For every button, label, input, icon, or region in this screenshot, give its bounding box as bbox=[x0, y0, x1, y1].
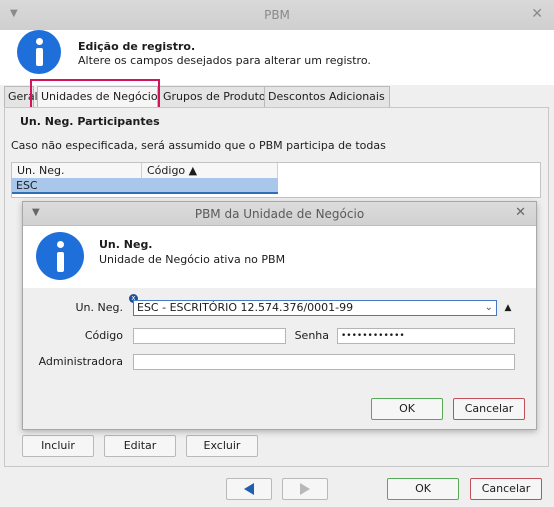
window-title: PBM bbox=[264, 8, 290, 22]
excluir-button[interactable]: Excluir bbox=[186, 435, 258, 457]
cancel-button[interactable]: Cancelar bbox=[470, 478, 542, 500]
tab-grupos-de-produto[interactable]: Grupos de Produto bbox=[159, 86, 267, 107]
administradora-field[interactable] bbox=[133, 354, 515, 370]
senha-field[interactable]: •••••••••••• bbox=[337, 328, 515, 344]
un-neg-select[interactable]: ESC - ESCRITÓRIO 12.574.376/0001-99 ⌄ bbox=[133, 300, 497, 316]
unit-dialog: ▼ PBM da Unidade de Negócio ✕ Un. Neg. U… bbox=[22, 201, 537, 430]
incluir-button[interactable]: Incluir bbox=[22, 435, 94, 457]
info-icon bbox=[17, 30, 61, 74]
window-titlebar: ▼ PBM ✕ bbox=[0, 0, 554, 31]
table-row[interactable]: ESC bbox=[12, 178, 278, 194]
next-button[interactable] bbox=[282, 478, 328, 500]
arrow-left-icon bbox=[244, 483, 254, 495]
header-title: Edição de registro. bbox=[78, 40, 196, 53]
header-panel: Edição de registro. Altere os campos des… bbox=[0, 30, 554, 85]
section-title: Un. Neg. Participantes bbox=[20, 115, 160, 128]
label-senha: Senha bbox=[294, 329, 329, 342]
dialog-header-title: Un. Neg. bbox=[99, 238, 153, 251]
arrow-right-icon bbox=[300, 483, 310, 495]
label-codigo: Código bbox=[84, 329, 123, 342]
label-administradora: Administradora bbox=[38, 355, 123, 368]
cell-un-neg: ESC bbox=[16, 179, 38, 192]
triangle-up-icon[interactable]: ▲ bbox=[501, 301, 515, 315]
codigo-field[interactable] bbox=[133, 328, 286, 344]
dialog-close-icon[interactable]: ✕ bbox=[515, 205, 526, 220]
ok-button[interactable]: OK bbox=[387, 478, 459, 500]
section-note: Caso não especificada, será assumido que… bbox=[11, 139, 386, 152]
units-table: Un. Neg. Código ▲ ESC bbox=[11, 162, 541, 198]
chevron-down-icon: ⌄ bbox=[484, 302, 493, 313]
dialog-titlebar: ▼ PBM da Unidade de Negócio ✕ bbox=[23, 202, 536, 226]
column-header-un-neg[interactable]: Un. Neg. bbox=[12, 163, 142, 178]
tab-highlight-box bbox=[30, 79, 160, 109]
un-neg-select-value: ESC - ESCRITÓRIO 12.574.376/0001-99 bbox=[137, 301, 354, 314]
dialog-cancel-button[interactable]: Cancelar bbox=[453, 398, 525, 420]
dialog-header-subtitle: Unidade de Negócio ativa no PBM bbox=[99, 253, 286, 266]
editar-button[interactable]: Editar bbox=[104, 435, 176, 457]
previous-button[interactable] bbox=[226, 478, 272, 500]
close-icon[interactable]: ✕ bbox=[531, 6, 543, 22]
dialog-info-icon bbox=[36, 232, 84, 280]
header-subtitle: Altere os campos desejados para alterar … bbox=[78, 54, 371, 67]
label-un-neg: Un. Neg. bbox=[75, 301, 124, 314]
tab-descontos-adicionais[interactable]: Descontos Adicionais bbox=[264, 86, 390, 107]
column-header-codigo[interactable]: Código ▲ bbox=[142, 163, 278, 178]
dialog-ok-button[interactable]: OK bbox=[371, 398, 443, 420]
dialog-header: Un. Neg. Unidade de Negócio ativa no PBM bbox=[23, 226, 536, 288]
dialog-title: PBM da Unidade de Negócio bbox=[194, 207, 365, 221]
